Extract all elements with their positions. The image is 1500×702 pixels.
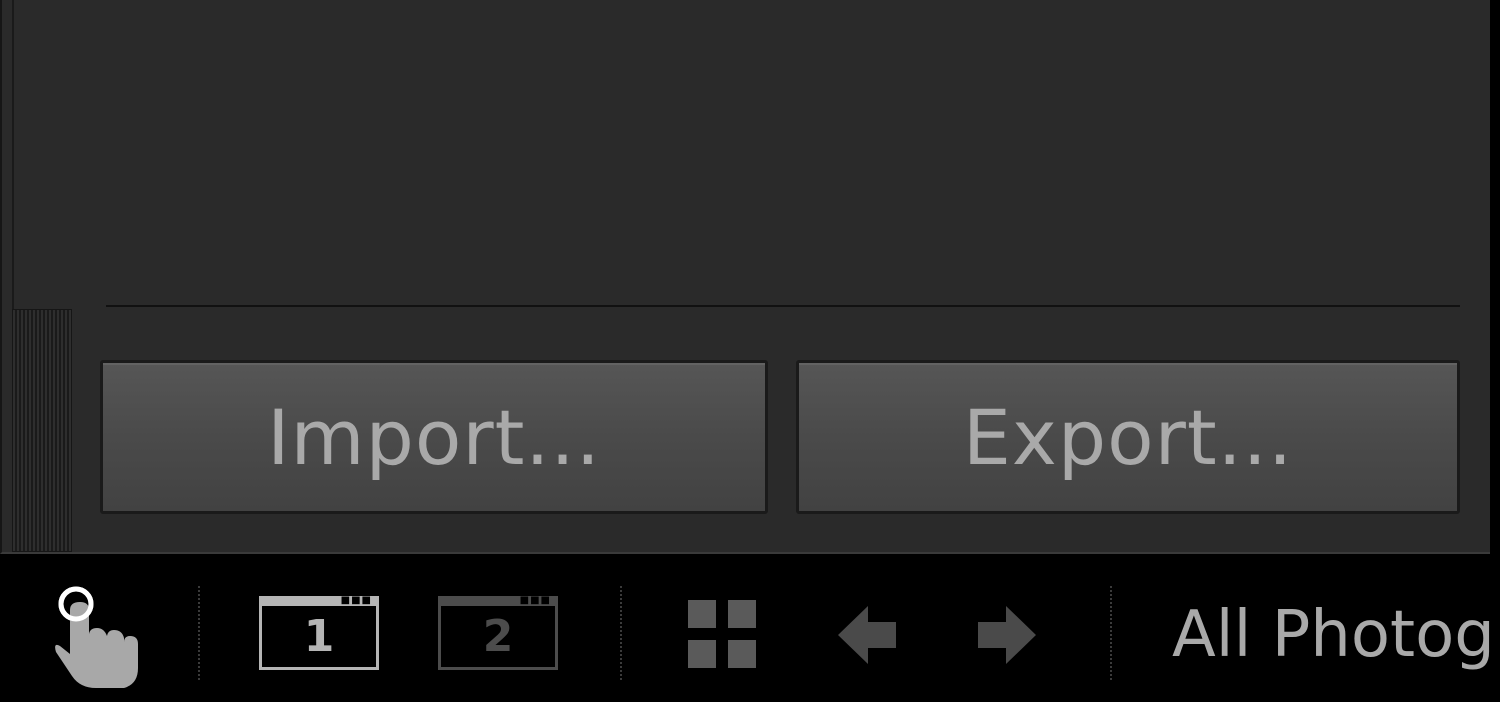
toolbar-separator [620, 586, 622, 680]
window-dots-icon: ■■■ [340, 595, 372, 606]
window-dots-icon: ■■■ [519, 595, 551, 606]
toolbar-separator [198, 586, 200, 680]
lightroom-window: Import... Export... ■■■ 1 ■■■ 2 All Phot… [0, 0, 1500, 702]
window-2-label: 2 [482, 611, 514, 662]
toolbar-separator [1110, 586, 1112, 680]
main-window-button[interactable]: ■■■ 1 [259, 596, 379, 670]
arrow-left-icon[interactable] [836, 604, 898, 666]
panel-resize-grip[interactable] [12, 309, 72, 552]
filmstrip-toolbar: ■■■ 1 ■■■ 2 All Photog [0, 558, 1500, 702]
export-button[interactable]: Export... [796, 360, 1460, 514]
grid-view-icon[interactable] [688, 600, 758, 670]
filmstrip-source-label[interactable]: All Photog [1172, 598, 1495, 672]
import-button[interactable]: Import... [100, 360, 768, 514]
panel-divider [106, 305, 1460, 307]
hand-pointer-icon[interactable] [50, 584, 146, 692]
left-panel: Import... Export... [0, 0, 1490, 554]
window-1-label: 1 [303, 611, 335, 662]
arrow-right-icon[interactable] [976, 604, 1038, 666]
secondary-window-button[interactable]: ■■■ 2 [438, 596, 558, 670]
